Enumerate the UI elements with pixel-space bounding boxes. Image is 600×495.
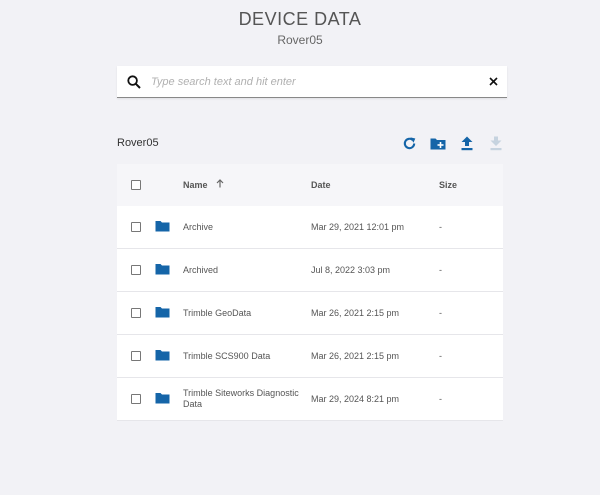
download-icon bbox=[487, 134, 505, 152]
table-row[interactable]: Trimble SCS900 Data Mar 26, 2021 2:15 pm - bbox=[117, 335, 503, 378]
refresh-icon[interactable] bbox=[400, 134, 418, 152]
search-bar bbox=[117, 66, 507, 98]
row-checkbox[interactable] bbox=[131, 351, 141, 361]
table-row[interactable]: Archived Jul 8, 2022 3:03 pm - bbox=[117, 249, 503, 292]
table-header: Name Date Size bbox=[117, 164, 503, 206]
table-row[interactable]: Trimble GeoData Mar 26, 2021 2:15 pm - bbox=[117, 292, 503, 335]
file-size: - bbox=[439, 351, 442, 361]
folder-icon bbox=[155, 392, 170, 406]
table-row[interactable]: Trimble Siteworks Diagnostic Data Mar 29,… bbox=[117, 378, 503, 421]
row-checkbox[interactable] bbox=[131, 265, 141, 275]
file-date: Mar 29, 2021 12:01 pm bbox=[311, 222, 405, 232]
file-date: Mar 26, 2021 2:15 pm bbox=[311, 308, 400, 318]
row-checkbox[interactable] bbox=[131, 308, 141, 318]
page-title: DEVICE DATA bbox=[238, 9, 362, 29]
row-checkbox[interactable] bbox=[131, 394, 141, 404]
file-size: - bbox=[439, 394, 442, 404]
folder-icon bbox=[155, 220, 170, 234]
select-all-checkbox[interactable] bbox=[131, 180, 141, 190]
file-name[interactable]: Archived bbox=[183, 265, 311, 276]
sort-ascending-icon[interactable] bbox=[216, 179, 224, 191]
row-checkbox[interactable] bbox=[131, 222, 141, 232]
file-table: Name Date Size Archive Mar 29, 2021 12:01… bbox=[117, 164, 503, 421]
search-input[interactable] bbox=[149, 74, 479, 89]
folder-icon bbox=[155, 306, 170, 320]
file-date: Mar 26, 2021 2:15 pm bbox=[311, 351, 400, 361]
column-header-date[interactable]: Date bbox=[311, 180, 439, 190]
file-size: - bbox=[439, 265, 442, 275]
file-date: Jul 8, 2022 3:03 pm bbox=[311, 265, 391, 275]
table-row[interactable]: Archive Mar 29, 2021 12:01 pm - bbox=[117, 206, 503, 249]
file-date: Mar 29, 2024 8:21 pm bbox=[311, 394, 400, 404]
file-name[interactable]: Archive bbox=[183, 222, 311, 233]
file-name[interactable]: Trimble GeoData bbox=[183, 308, 311, 319]
folder-icon bbox=[155, 263, 170, 277]
toolbar-actions bbox=[400, 134, 505, 152]
column-header-size[interactable]: Size bbox=[439, 180, 499, 190]
file-name[interactable]: Trimble SCS900 Data bbox=[183, 351, 311, 362]
file-size: - bbox=[439, 222, 442, 232]
upload-icon[interactable] bbox=[458, 134, 476, 152]
folder-icon bbox=[155, 349, 170, 363]
current-folder-label: Rover05 bbox=[117, 137, 159, 149]
search-icon[interactable] bbox=[119, 74, 149, 89]
page-header: DEVICE DATA Rover05 bbox=[0, 8, 600, 48]
file-size: - bbox=[439, 308, 442, 318]
page-subtitle: Rover05 bbox=[277, 33, 323, 47]
column-header-name[interactable]: Name bbox=[183, 179, 311, 191]
new-folder-icon[interactable] bbox=[429, 134, 447, 152]
close-icon[interactable] bbox=[479, 77, 507, 86]
file-name[interactable]: Trimble Siteworks Diagnostic Data bbox=[183, 388, 311, 410]
